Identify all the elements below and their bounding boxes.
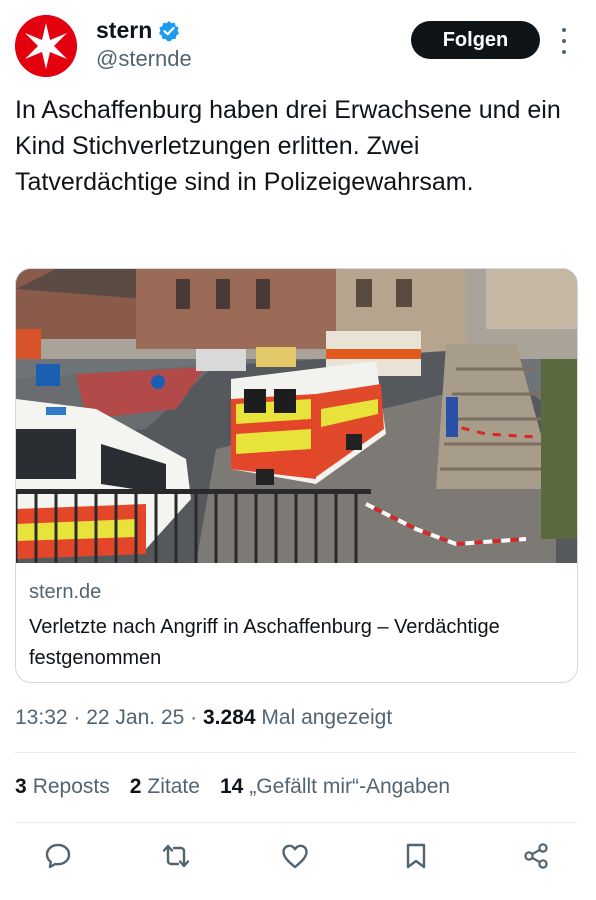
views-count: 3.284 xyxy=(203,706,256,729)
views-label: Mal angezeigt xyxy=(261,706,393,729)
author-display-name[interactable]: stern xyxy=(96,17,152,44)
reposts-label: Reposts xyxy=(32,775,110,798)
reply-icon[interactable] xyxy=(40,838,76,874)
tweet-time[interactable]: 13:32 xyxy=(15,706,68,729)
divider xyxy=(15,752,577,753)
tweet-header: stern @sternde Folgen xyxy=(0,0,596,90)
meta-separator: · xyxy=(73,706,87,729)
tweet-date[interactable]: 22 Jan. 25 xyxy=(86,706,184,729)
likes-stat[interactable]: 14 „Gefällt mir“-Angaben xyxy=(220,775,450,799)
likes-label: „Gefällt mir“-Angaben xyxy=(249,775,451,798)
author-handle[interactable]: @sternde xyxy=(96,46,192,72)
quotes-count: 2 xyxy=(129,775,142,798)
link-card[interactable]: stern.de Verletzte nach Angriff in Ascha… xyxy=(15,268,578,683)
action-bar xyxy=(0,838,596,882)
link-card-image[interactable] xyxy=(16,269,577,563)
quotes-label: Zitate xyxy=(147,775,200,798)
tweet-text: In Aschaffenburg haben drei Erwachsene u… xyxy=(15,96,561,196)
quotes-stat[interactable]: 2 Zitate xyxy=(130,775,200,799)
reposts-count: 3 xyxy=(15,775,27,798)
follow-button[interactable]: Folgen xyxy=(411,21,540,59)
author-name-row: stern xyxy=(96,17,180,44)
link-card-title[interactable]: Verletzte nach Angriff in Aschaffenburg … xyxy=(29,612,559,674)
tweet-stats: 3 Reposts 2 Zitate 14 „Gefällt mir“-Angaben xyxy=(15,775,450,799)
share-icon[interactable] xyxy=(518,838,554,874)
like-heart-icon[interactable] xyxy=(277,838,313,874)
retweet-icon[interactable] xyxy=(158,838,194,874)
verified-badge-icon xyxy=(158,20,180,42)
meta-separator: · xyxy=(190,706,203,729)
stern-logo-icon[interactable] xyxy=(15,15,77,77)
bookmark-icon[interactable] xyxy=(398,838,434,874)
more-options-icon[interactable] xyxy=(556,28,572,54)
divider xyxy=(15,822,577,823)
likes-count: 14 xyxy=(219,775,244,798)
tweet-meta: 13:32 · 22 Jan. 25 · 3.284 Mal angezeigt xyxy=(15,706,392,730)
link-card-domain: stern.de xyxy=(29,581,102,603)
reposts-stat[interactable]: 3 Reposts xyxy=(15,775,110,799)
